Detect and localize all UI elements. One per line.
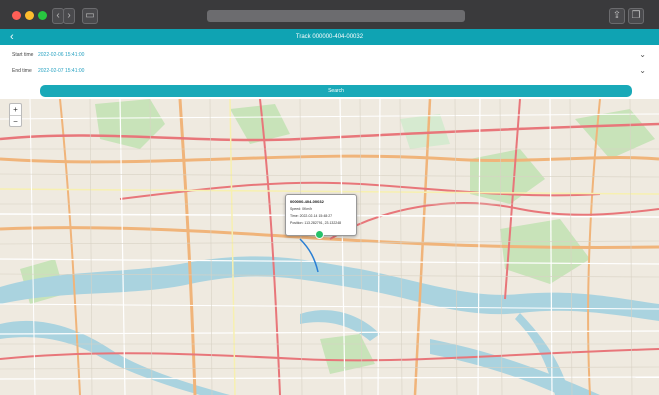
end-time-value[interactable]: 2022-02-07 15:41:00	[38, 68, 84, 74]
device-position: Position: 113.282791, 23.132248	[290, 221, 342, 225]
map-view[interactable]	[0, 99, 659, 395]
device-speed: Speed: 0Km/h	[290, 207, 313, 211]
zoom-in-button[interactable]: +	[10, 104, 21, 116]
address-bar[interactable]	[207, 10, 465, 22]
maximize-window-button[interactable]	[38, 11, 47, 20]
page-title: Track 000000-404-00032	[295, 34, 364, 40]
close-window-button[interactable]	[12, 11, 21, 20]
map-tiles	[0, 99, 659, 395]
end-time-label: End time	[12, 68, 32, 74]
zoom-control: + −	[9, 103, 22, 127]
browser-chrome: ‹ › ▭ ⇪ ❐	[0, 0, 659, 30]
map-marker-icon[interactable]	[315, 230, 324, 239]
chevron-down-icon[interactable]: ⌄	[639, 66, 646, 75]
search-button[interactable]: Search	[40, 85, 632, 97]
zoom-out-button[interactable]: −	[10, 116, 21, 127]
start-time-label: Start time	[12, 52, 34, 58]
start-time-value[interactable]: 2022-02-06 15:41:00	[38, 52, 84, 58]
sidebar-toggle-button[interactable]: ▭	[82, 8, 98, 24]
end-time-field[interactable]: End time 2022-02-07 15:41:00 ⌄	[0, 61, 659, 85]
minimize-window-button[interactable]	[25, 11, 34, 20]
device-time: Time: 2022-02-14 15:48:27	[290, 214, 333, 218]
device-id: 000000-404-00032	[290, 199, 324, 204]
share-button[interactable]: ⇪	[609, 8, 625, 24]
chevron-down-icon[interactable]: ⌄	[639, 50, 646, 59]
app-header: ‹ Track 000000-404-00032	[0, 29, 659, 45]
browser-forward-button[interactable]: ›	[63, 8, 75, 24]
tabs-button[interactable]: ❐	[628, 8, 644, 24]
